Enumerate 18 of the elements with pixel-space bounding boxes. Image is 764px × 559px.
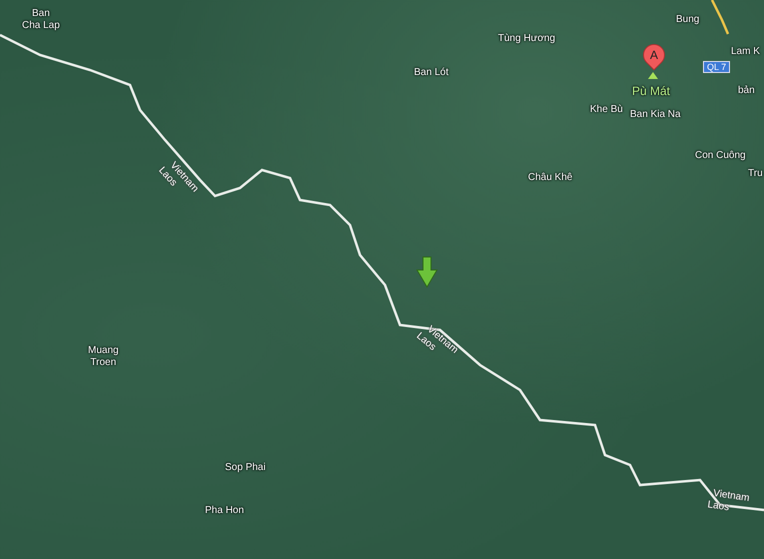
place-label: Ban Lót xyxy=(414,67,448,79)
down-arrow-marker-icon[interactable] xyxy=(416,256,438,288)
place-label: Lam K xyxy=(731,46,760,58)
place-label: Tùng Hương xyxy=(498,33,556,45)
place-label: Sop Phai xyxy=(225,462,266,474)
place-label: Khe Bù xyxy=(590,104,623,116)
place-label: bản xyxy=(738,85,755,97)
road-shield: QL 7 xyxy=(703,61,730,73)
place-label: Ban Kia Na xyxy=(630,109,681,121)
place-label: Con Cuông xyxy=(695,150,746,162)
place-label: Muang Troen xyxy=(88,345,119,369)
road-line xyxy=(710,0,730,34)
place-label: Bung xyxy=(676,14,700,26)
place-label: Ban Cha Lap xyxy=(22,8,60,32)
place-label: Pha Hon xyxy=(205,505,244,517)
place-label: Châu Khê xyxy=(528,172,572,184)
park-label: Pù Mát xyxy=(632,84,670,98)
place-label: Tru xyxy=(748,168,763,180)
